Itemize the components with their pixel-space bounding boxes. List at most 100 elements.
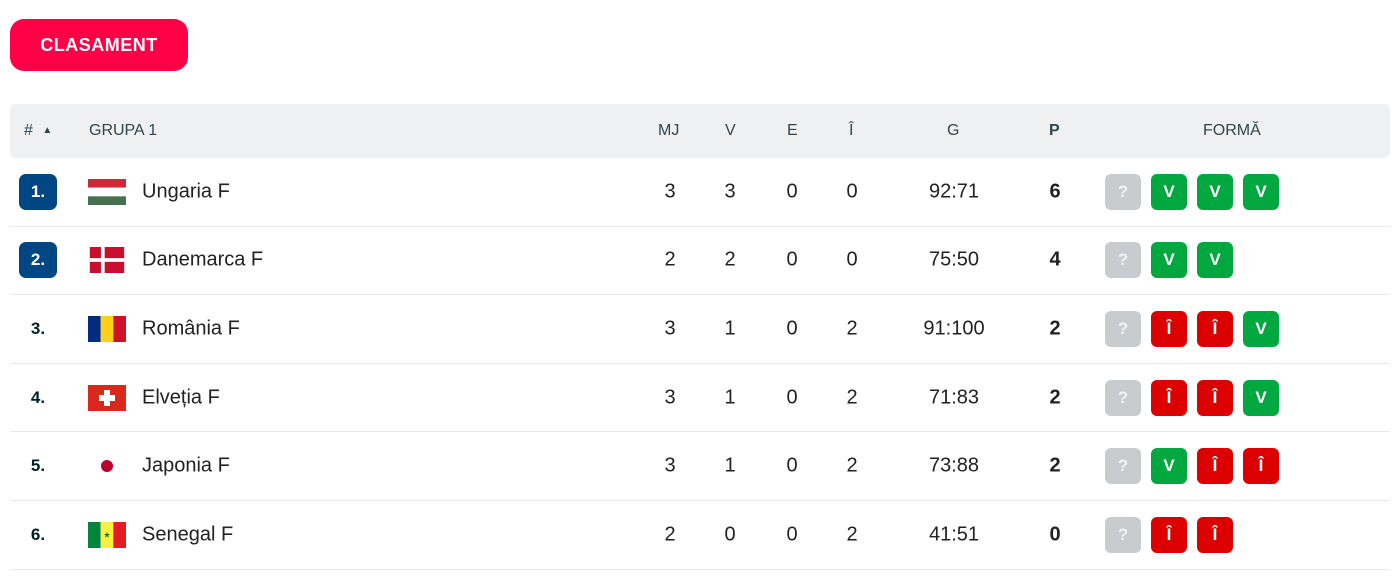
team-name-link[interactable]: Ungaria F bbox=[142, 180, 230, 203]
p-column-header[interactable]: P bbox=[1049, 122, 1060, 140]
mj-column-header[interactable]: MJ bbox=[658, 122, 679, 140]
form-badge-win[interactable]: V bbox=[1243, 173, 1279, 210]
rank-column-header[interactable]: # ▲ bbox=[24, 122, 52, 140]
standings-table: # ▲ GRUPA 1 MJ V E Î G P FORMĂ 1. Ungaria… bbox=[10, 104, 1390, 570]
table-body: 1. Ungaria F 3 3 0 0 92:71 6? V V V 2. Danemarca F22… bbox=[10, 158, 1390, 570]
form-badges: ? Î Î bbox=[1105, 516, 1233, 553]
switzerland-flag-icon bbox=[88, 384, 126, 411]
table-row[interactable]: 5. Japonia F 3 1 0 2 73:88 2? V Î Î bbox=[10, 432, 1390, 501]
form-badge-next[interactable]: ? bbox=[1105, 448, 1141, 485]
form-badge-win[interactable]: V bbox=[1151, 242, 1187, 279]
goals: 71:83 bbox=[928, 386, 980, 409]
points: 6 bbox=[1049, 180, 1061, 203]
goals: 91:100 bbox=[923, 317, 985, 340]
group-column-header: GRUPA 1 bbox=[89, 122, 158, 139]
matches-played: 3 bbox=[664, 180, 676, 203]
goals: 73:88 bbox=[928, 454, 980, 477]
team-name-link[interactable]: România F bbox=[142, 317, 240, 340]
form-badge-loss[interactable]: Î bbox=[1151, 516, 1187, 553]
form-badges: ? Î Î V bbox=[1105, 310, 1279, 347]
japan-flag-icon bbox=[88, 453, 126, 480]
draws: 0 bbox=[786, 386, 798, 409]
g-column-header[interactable]: G bbox=[947, 122, 959, 140]
form-badge-next[interactable]: ? bbox=[1105, 516, 1141, 553]
form-badge-next[interactable]: ? bbox=[1105, 310, 1141, 347]
standings-tab-button[interactable]: CLASAMENT bbox=[10, 19, 188, 71]
losses: 2 bbox=[846, 317, 858, 340]
matches-played: 2 bbox=[664, 523, 676, 546]
form-badge-loss[interactable]: Î bbox=[1197, 448, 1233, 485]
table-row[interactable]: 4. Elveția F 3 1 0 2 71:83 2? Î Î V bbox=[10, 364, 1390, 433]
form-badge-next[interactable]: ? bbox=[1105, 379, 1141, 416]
sort-up-icon: ▲ bbox=[42, 125, 53, 136]
points: 2 bbox=[1049, 386, 1061, 409]
goals: 92:71 bbox=[928, 180, 980, 203]
form-badge-loss[interactable]: Î bbox=[1151, 379, 1187, 416]
form-badges: ? V Î Î bbox=[1105, 448, 1279, 485]
rank-badge: 1. bbox=[19, 173, 57, 210]
wins: 2 bbox=[724, 248, 736, 271]
denmark-flag-icon bbox=[88, 247, 126, 274]
form-badge-win[interactable]: V bbox=[1197, 242, 1233, 279]
rank-badge: 4. bbox=[30, 387, 46, 407]
rank-header-label: # bbox=[24, 122, 33, 139]
wins: 1 bbox=[724, 386, 736, 409]
points: 4 bbox=[1049, 248, 1061, 271]
form-badges: ? V V V bbox=[1105, 173, 1279, 210]
goals: 41:51 bbox=[928, 523, 980, 546]
form-badges: ? V V bbox=[1105, 242, 1233, 279]
form-badge-loss[interactable]: Î bbox=[1197, 310, 1233, 347]
wins: 3 bbox=[724, 180, 736, 203]
points: 2 bbox=[1049, 454, 1061, 477]
form-badge-next[interactable]: ? bbox=[1105, 173, 1141, 210]
goals: 75:50 bbox=[928, 248, 980, 271]
draws: 0 bbox=[786, 248, 798, 271]
form-badge-win[interactable]: V bbox=[1197, 173, 1233, 210]
losses: 2 bbox=[846, 523, 858, 546]
senegal-flag-icon bbox=[88, 521, 126, 548]
rank-badge: 3. bbox=[30, 318, 46, 338]
form-badge-loss[interactable]: Î bbox=[1197, 516, 1233, 553]
losses: 0 bbox=[846, 248, 858, 271]
form-badge-win[interactable]: V bbox=[1243, 379, 1279, 416]
wins: 1 bbox=[724, 317, 736, 340]
form-badge-win[interactable]: V bbox=[1151, 448, 1187, 485]
v-column-header[interactable]: V bbox=[725, 122, 736, 140]
i-column-header[interactable]: Î bbox=[849, 122, 853, 140]
form-badge-loss[interactable]: Î bbox=[1197, 379, 1233, 416]
e-column-header[interactable]: E bbox=[787, 122, 798, 140]
points: 0 bbox=[1049, 523, 1061, 546]
form-badge-win[interactable]: V bbox=[1243, 310, 1279, 347]
wins: 1 bbox=[724, 454, 736, 477]
form-badge-win[interactable]: V bbox=[1151, 173, 1187, 210]
losses: 2 bbox=[846, 454, 858, 477]
losses: 2 bbox=[846, 386, 858, 409]
form-badge-loss[interactable]: Î bbox=[1243, 448, 1279, 485]
team-name-link[interactable]: Elveția F bbox=[142, 386, 220, 409]
form-badge-next[interactable]: ? bbox=[1105, 242, 1141, 279]
matches-played: 3 bbox=[664, 454, 676, 477]
romania-flag-icon bbox=[88, 315, 126, 342]
table-row[interactable]: 1. Ungaria F 3 3 0 0 92:71 6? V V V bbox=[10, 158, 1390, 227]
table-row[interactable]: 2. Danemarca F 2 2 0 0 75:50 4? V V bbox=[10, 227, 1390, 296]
losses: 0 bbox=[846, 180, 858, 203]
matches-played: 3 bbox=[664, 386, 676, 409]
rank-badge: 5. bbox=[30, 456, 46, 476]
hungary-flag-icon bbox=[88, 178, 126, 205]
form-badge-loss[interactable]: Î bbox=[1151, 310, 1187, 347]
matches-played: 2 bbox=[664, 248, 676, 271]
form-badges: ? Î Î V bbox=[1105, 379, 1279, 416]
table-header: # ▲ GRUPA 1 MJ V E Î G P FORMĂ bbox=[10, 104, 1390, 158]
wins: 0 bbox=[724, 523, 736, 546]
team-name-link[interactable]: Danemarca F bbox=[142, 249, 263, 272]
table-row[interactable]: 6. Senegal F 2 0 0 2 41:51 0? Î Î bbox=[10, 501, 1390, 570]
table-row[interactable]: 3. România F 3 1 0 2 91:100 2? Î Î V bbox=[10, 295, 1390, 364]
draws: 0 bbox=[786, 454, 798, 477]
draws: 0 bbox=[786, 180, 798, 203]
matches-played: 3 bbox=[664, 317, 676, 340]
points: 2 bbox=[1049, 317, 1061, 340]
team-name-link[interactable]: Japonia F bbox=[142, 455, 230, 478]
team-name-link[interactable]: Senegal F bbox=[142, 523, 233, 546]
draws: 0 bbox=[786, 523, 798, 546]
draws: 0 bbox=[786, 317, 798, 340]
